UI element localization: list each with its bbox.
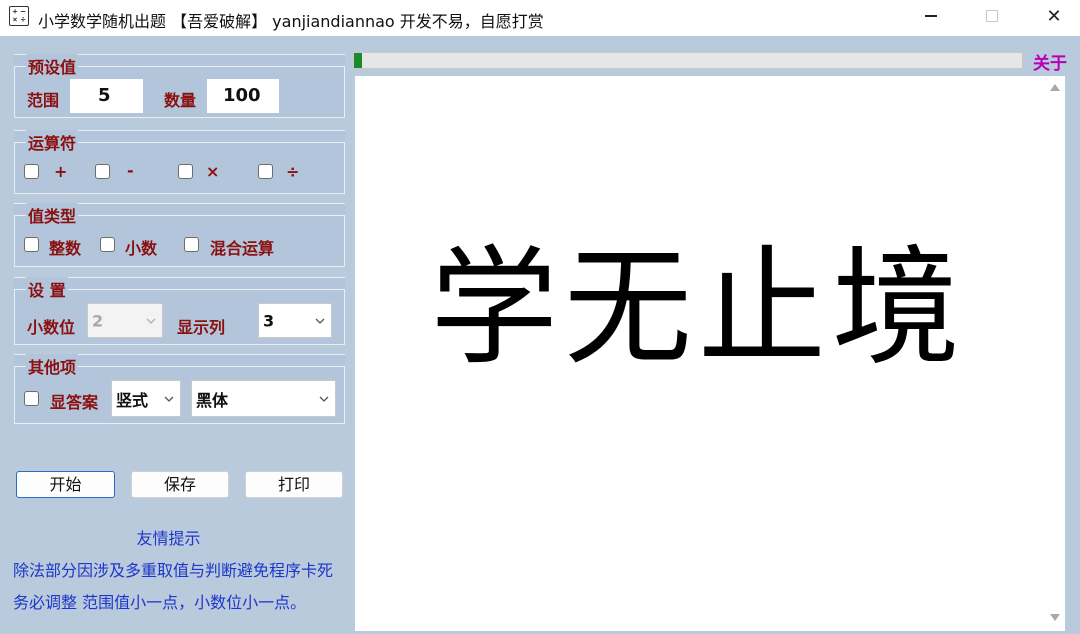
progress-bar <box>353 52 1023 69</box>
operator-times-checkbox[interactable] <box>178 164 193 179</box>
other-options-group-title: 其他项 <box>26 354 79 378</box>
window-edge <box>1065 76 1080 634</box>
maximize-button <box>964 0 1020 32</box>
display-columns-label: 显示列 <box>177 318 226 337</box>
operator-plus-checkbox[interactable] <box>24 164 39 179</box>
tips-title: 友情提示 <box>136 529 201 548</box>
times-glyph: × <box>12 15 18 24</box>
operator-plus-label: + <box>54 162 68 181</box>
operator-times-label: × <box>206 162 220 181</box>
question-display-area[interactable]: 学无止境 <box>355 76 1045 631</box>
scroll-up-arrow-icon[interactable] <box>1050 84 1060 91</box>
chevron-down-icon <box>319 396 329 402</box>
minimize-icon <box>925 15 937 17</box>
presets-group-title: 预设值 <box>26 54 79 78</box>
count-input[interactable]: 100 <box>207 79 279 113</box>
chevron-down-icon <box>315 318 325 324</box>
show-answer-label: 显答案 <box>50 393 99 412</box>
print-button[interactable]: 打印 <box>245 471 343 498</box>
close-icon: ✕ <box>1046 5 1062 27</box>
title-bar: + − × ÷ 小学数学随机出题 【吾爱破解】 yanjiandiannao 开… <box>0 0 1080 36</box>
integer-label: 整数 <box>49 239 82 258</box>
scroll-down-arrow-icon[interactable] <box>1050 614 1060 621</box>
count-label: 数量 <box>164 91 197 110</box>
close-button[interactable]: ✕ <box>1026 0 1080 32</box>
settings-panel: 预设值 范围 5 数量 100 运算符 + - × ÷ 值类型 整数 小数 混合… <box>0 36 353 634</box>
tips-line-1: 除法部分因涉及多重取值与判断避免程序卡死 <box>13 561 334 580</box>
decimal-label: 小数 <box>125 239 158 258</box>
minimize-button[interactable] <box>903 0 959 32</box>
font-value: 黑体 <box>196 390 229 410</box>
format-value: 竖式 <box>116 390 149 410</box>
start-button[interactable]: 开始 <box>16 471 115 498</box>
settings-group: 设 置 小数位 2 显示列 3 <box>14 277 345 345</box>
integer-checkbox[interactable] <box>24 237 39 252</box>
maximize-icon <box>986 10 998 22</box>
other-options-group: 其他项 显答案 竖式 黑体 <box>14 354 345 424</box>
tips-line-2: 务必调整 范围值小一点，小数位小一点。 <box>13 593 307 612</box>
calculator-app-icon: + − × ÷ <box>9 6 29 26</box>
about-link[interactable]: 关于 <box>1033 49 1067 74</box>
operator-minus-label: - <box>127 161 134 180</box>
operator-minus-checkbox[interactable] <box>95 164 110 179</box>
presets-group: 预设值 范围 5 数量 100 <box>14 54 345 118</box>
settings-group-title: 设 置 <box>26 277 68 301</box>
decimal-places-select[interactable]: 2 <box>87 303 163 338</box>
format-select[interactable]: 竖式 <box>111 380 181 417</box>
save-button[interactable]: 保存 <box>131 471 229 498</box>
chevron-down-icon <box>164 396 174 402</box>
decimal-places-value: 2 <box>92 311 104 330</box>
operator-divide-checkbox[interactable] <box>258 164 273 179</box>
range-input[interactable]: 5 <box>70 79 143 113</box>
window-title: 小学数学随机出题 【吾爱破解】 yanjiandiannao 开发不易，自愿打赏 <box>38 12 544 31</box>
display-columns-value: 3 <box>263 311 275 330</box>
operator-divide-label: ÷ <box>286 162 300 181</box>
progress-fill <box>354 53 363 68</box>
range-label: 范围 <box>27 91 60 110</box>
font-select[interactable]: 黑体 <box>191 380 336 417</box>
mixed-operation-label: 混合运算 <box>210 239 275 258</box>
chevron-down-icon <box>146 318 156 324</box>
display-text: 学无止境 <box>430 234 967 383</box>
value-type-group-title: 值类型 <box>26 203 79 227</box>
divide-glyph: ÷ <box>20 15 26 24</box>
decimal-checkbox[interactable] <box>100 237 115 252</box>
operators-group-title: 运算符 <box>26 130 79 154</box>
display-columns-select[interactable]: 3 <box>258 303 332 338</box>
decimal-places-label: 小数位 <box>27 318 76 337</box>
operators-group: 运算符 + - × ÷ <box>14 130 345 194</box>
value-type-group: 值类型 整数 小数 混合运算 <box>14 203 345 267</box>
vertical-scrollbar[interactable] <box>1045 76 1065 631</box>
show-answer-checkbox[interactable] <box>24 391 39 406</box>
mixed-operation-checkbox[interactable] <box>184 237 199 252</box>
